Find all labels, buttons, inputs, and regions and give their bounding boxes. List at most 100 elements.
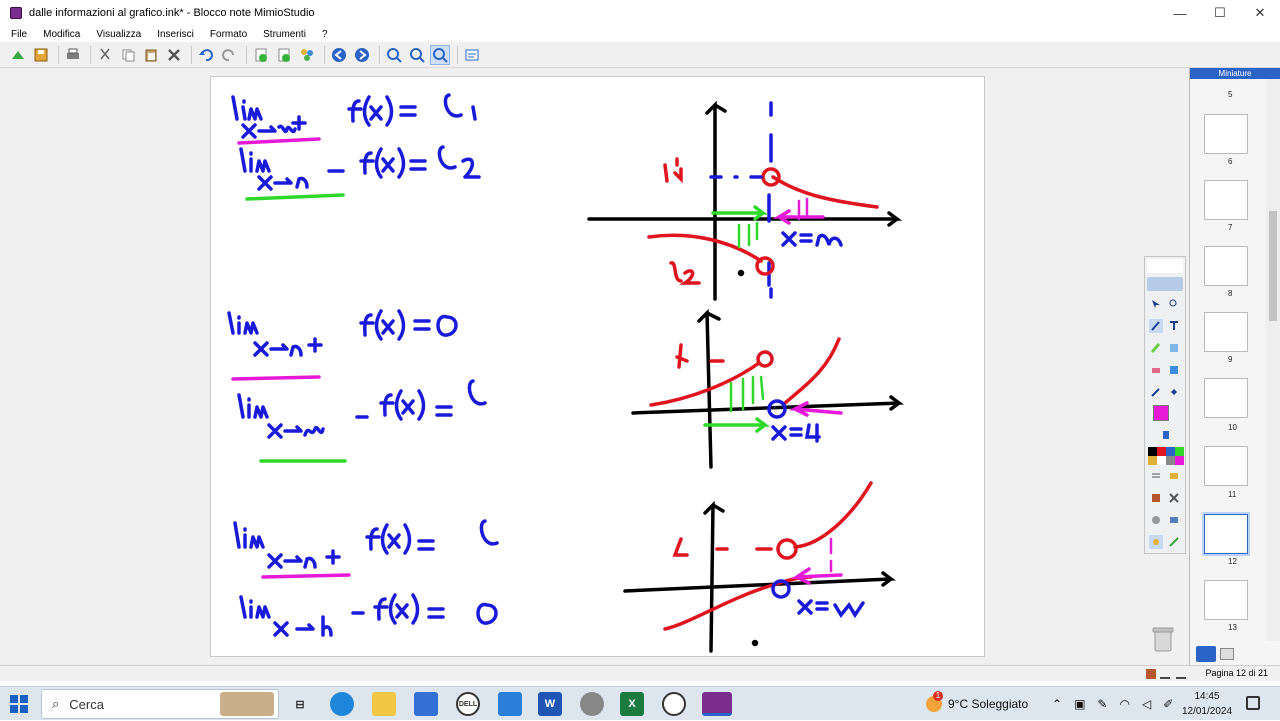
- open-icon[interactable]: [8, 45, 28, 65]
- mimiostudio-taskbar-icon[interactable]: [702, 692, 732, 716]
- dell-icon[interactable]: DELL: [456, 692, 480, 716]
- wifi-icon[interactable]: ◠: [1119, 697, 1129, 711]
- system-tray: ⌃ ▣ ✎ ◠ ◁ ✐: [1052, 687, 1173, 721]
- file-explorer-icon[interactable]: [372, 692, 396, 716]
- thickness-slider[interactable]: [1163, 431, 1169, 439]
- thumbnail-page-8[interactable]: [1204, 246, 1248, 286]
- thumbnail-page-12[interactable]: [1202, 512, 1250, 556]
- status-tool-icon[interactable]: [1146, 669, 1156, 679]
- ink-fx-0-3: [373, 593, 498, 625]
- zoom-in-icon[interactable]: [384, 45, 404, 65]
- line-style-icon[interactable]: [1149, 469, 1163, 483]
- menu-modifica[interactable]: Modifica: [43, 29, 80, 40]
- copy-icon[interactable]: [118, 45, 138, 65]
- redo-icon[interactable]: [219, 45, 239, 65]
- minimize-button[interactable]: —: [1160, 0, 1200, 26]
- thumbnail-page-13[interactable]: [1204, 580, 1248, 620]
- mail-icon[interactable]: [498, 692, 522, 716]
- status-pen-icon[interactable]: [1160, 669, 1170, 679]
- next-page-icon[interactable]: [352, 45, 372, 65]
- menu-visualizza[interactable]: Visualizza: [96, 29, 141, 40]
- pen-tool-icon[interactable]: [1149, 319, 1163, 333]
- volume-icon[interactable]: ◁: [1142, 697, 1151, 711]
- eyedropper-icon[interactable]: [1149, 385, 1163, 399]
- graph-1: [587, 100, 903, 301]
- search-highlight-image[interactable]: [220, 692, 274, 716]
- clock[interactable]: 14:45 12/01/2024: [1178, 689, 1236, 719]
- thumbnail-page-11[interactable]: [1204, 446, 1248, 486]
- excel-icon[interactable]: X: [620, 692, 644, 716]
- menu-help[interactable]: ?: [322, 29, 328, 40]
- store-icon[interactable]: [414, 692, 438, 716]
- panel-header: Miniature: [1190, 68, 1280, 79]
- gallery-icon[interactable]: [297, 45, 317, 65]
- scrollbar-thumb[interactable]: [1269, 211, 1277, 321]
- cut-icon[interactable]: [95, 45, 115, 65]
- trash-bin-icon[interactable]: [1152, 626, 1174, 652]
- ink-fx-l2: [359, 145, 481, 179]
- thumbnail-number: 12: [1228, 557, 1237, 566]
- search-box[interactable]: ⌕ Cerca: [41, 689, 279, 719]
- menu-formato[interactable]: Formato: [210, 29, 247, 40]
- task-view-icon[interactable]: ⊟: [288, 692, 312, 716]
- reveal-icon[interactable]: [1149, 491, 1163, 505]
- thumbnail-view-button[interactable]: [1196, 646, 1216, 662]
- print-icon[interactable]: [63, 45, 83, 65]
- meet-icon[interactable]: ▣: [1074, 697, 1085, 711]
- export-icon[interactable]: [1167, 535, 1181, 549]
- window-title: dalle informazioni al grafico.ink* - Blo…: [29, 7, 315, 19]
- save-icon[interactable]: [31, 45, 51, 65]
- ink-underline-magenta-3: [261, 573, 351, 579]
- word-icon[interactable]: W: [538, 692, 562, 716]
- start-icon[interactable]: [10, 695, 28, 713]
- layers-icon[interactable]: [1167, 469, 1181, 483]
- delete-icon[interactable]: [164, 45, 184, 65]
- folder-icon[interactable]: [1220, 648, 1234, 660]
- fill-bucket-icon[interactable]: [1167, 385, 1181, 399]
- menu-file[interactable]: File: [11, 29, 27, 40]
- snip-icon[interactable]: [580, 692, 604, 716]
- status-highlighter-icon[interactable]: [1176, 669, 1186, 679]
- thumbnail-number: 9: [1228, 355, 1233, 364]
- clear-icon[interactable]: [1167, 491, 1181, 505]
- insert-page-icon[interactable]: [274, 45, 294, 65]
- notebook-page[interactable]: [210, 76, 985, 657]
- thumbnail-page-7[interactable]: [1204, 180, 1248, 220]
- maximize-button[interactable]: ☐: [1200, 0, 1240, 26]
- undo-icon[interactable]: [196, 45, 216, 65]
- edge-icon[interactable]: [330, 692, 354, 716]
- shape-tool-icon[interactable]: [1167, 341, 1181, 355]
- zoom-tool-icon[interactable]: [1167, 297, 1181, 311]
- display-options-icon[interactable]: [462, 45, 482, 65]
- text-tool-icon[interactable]: [1167, 319, 1181, 333]
- ink-workspace-icon[interactable]: ✐: [1163, 697, 1173, 711]
- eraser-icon[interactable]: [1149, 363, 1163, 377]
- notifications-icon[interactable]: [1246, 696, 1260, 710]
- chevron-up-icon[interactable]: ⌃: [1052, 697, 1062, 711]
- paste-icon[interactable]: [141, 45, 161, 65]
- select-arrow-icon[interactable]: [1149, 297, 1163, 311]
- gallery-tool-icon[interactable]: [1149, 535, 1163, 549]
- app-icon: [10, 7, 22, 19]
- current-color-swatch[interactable]: [1153, 405, 1169, 421]
- spotlight-icon[interactable]: [1149, 513, 1163, 527]
- zoom-out-icon[interactable]: [407, 45, 427, 65]
- previous-page-icon[interactable]: [329, 45, 349, 65]
- menu-strumenti[interactable]: Strumenti: [263, 29, 306, 40]
- highlighter-icon[interactable]: [1149, 341, 1163, 355]
- zoom-fit-icon[interactable]: [430, 44, 450, 65]
- thumbnail-page-9[interactable]: [1204, 312, 1248, 352]
- weather-widget[interactable]: 1 9°C Soleggiato: [926, 687, 1028, 721]
- close-button[interactable]: ✕: [1240, 0, 1280, 26]
- screen-capture-icon[interactable]: [1167, 513, 1181, 527]
- image-tool-icon[interactable]: [1167, 363, 1181, 377]
- thumbnail-page-6[interactable]: [1204, 114, 1248, 154]
- clock-app-icon[interactable]: [662, 692, 686, 716]
- panel-scrollbar[interactable]: [1266, 79, 1280, 641]
- pen-menu-icon[interactable]: ✎: [1097, 697, 1107, 711]
- color-grid[interactable]: [1148, 447, 1184, 465]
- menu-inserisci[interactable]: Inserisci: [157, 29, 194, 40]
- thumbnail-page-10[interactable]: [1204, 378, 1248, 418]
- new-page-icon[interactable]: [251, 45, 271, 65]
- palette-header[interactable]: [1147, 259, 1183, 273]
